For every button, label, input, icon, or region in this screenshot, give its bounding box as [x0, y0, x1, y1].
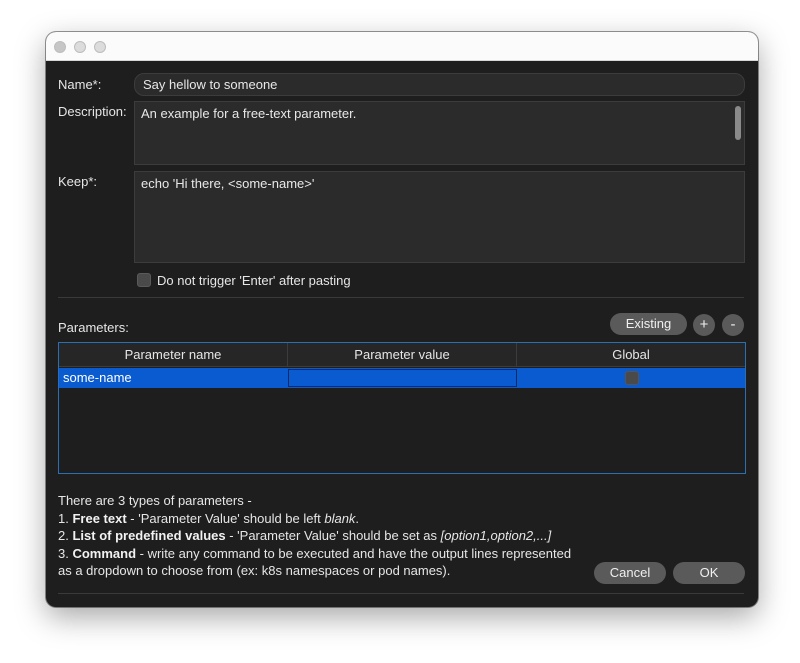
parameters-label: Parameters:: [58, 320, 129, 335]
minimize-window-button[interactable]: [74, 41, 86, 53]
no-enter-checkbox[interactable]: [137, 273, 151, 287]
remove-parameter-button[interactable]: -: [722, 314, 744, 336]
help-intro: There are 3 types of parameters -: [58, 493, 252, 508]
no-enter-label: Do not trigger 'Enter' after pasting: [157, 273, 351, 288]
close-window-button[interactable]: [54, 41, 66, 53]
description-scrollbar[interactable]: [735, 106, 741, 140]
existing-button[interactable]: Existing: [610, 313, 687, 335]
ok-button[interactable]: OK: [673, 562, 745, 584]
keep-textarea[interactable]: echo 'Hi there, <some-name>': [134, 171, 745, 263]
name-label: Name*:: [58, 77, 102, 92]
help-continuation: as a dropdown to choose from (ex: k8s na…: [58, 563, 451, 578]
parameter-name-cell[interactable]: some-name: [63, 368, 287, 388]
add-parameter-button[interactable]: +: [693, 314, 715, 336]
table-row[interactable]: some-name: [59, 368, 745, 388]
parameters-table[interactable]: Parameter name Parameter value Global so…: [58, 342, 746, 474]
zoom-window-button[interactable]: [94, 41, 106, 53]
description-text: An example for a free-text parameter.: [141, 106, 357, 121]
cancel-button[interactable]: Cancel: [594, 562, 666, 584]
dialog-window: Name*: Say hellow to someone Description…: [46, 32, 758, 607]
global-checkbox[interactable]: [625, 371, 639, 385]
keep-label: Keep*:: [58, 174, 98, 189]
help-item-predefined: 2. List of predefined values - 'Paramete…: [58, 528, 552, 543]
column-header-parameter-value[interactable]: Parameter value: [288, 343, 517, 367]
help-text: There are 3 types of parameters - 1. Fre…: [58, 492, 618, 580]
name-input[interactable]: Say hellow to someone: [134, 73, 745, 96]
column-header-global[interactable]: Global: [517, 343, 745, 367]
title-bar: [46, 32, 758, 61]
description-textarea[interactable]: An example for a free-text parameter.: [134, 101, 745, 165]
description-label: Description:: [58, 104, 127, 119]
table-header: Parameter name Parameter value Global: [59, 343, 745, 367]
parameter-value-cell[interactable]: [288, 369, 517, 387]
bottom-divider: [58, 593, 744, 594]
column-header-parameter-name[interactable]: Parameter name: [59, 343, 288, 367]
help-item-free-text: 1. Free text - 'Parameter Value' should …: [58, 510, 360, 526]
section-divider: [58, 297, 744, 298]
help-item-command: 3. Command - write any command to be exe…: [58, 545, 572, 561]
